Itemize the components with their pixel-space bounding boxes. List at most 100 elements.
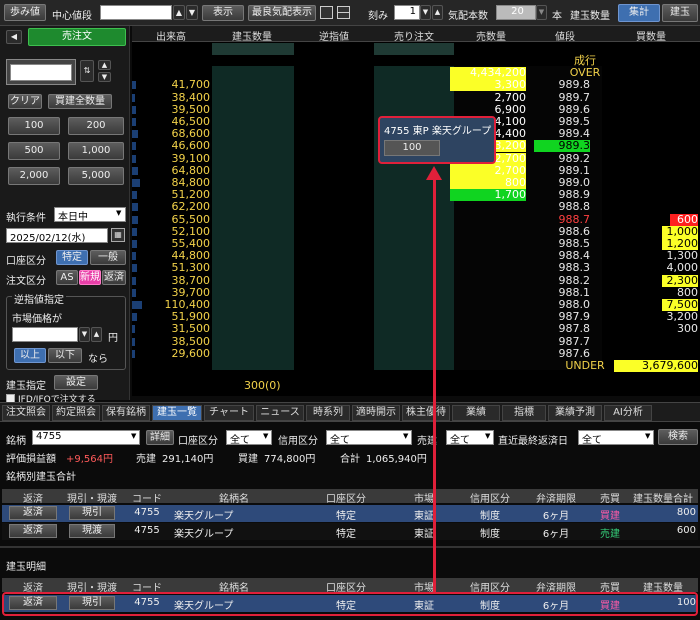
tick-up-icon[interactable]: ▲ (432, 5, 443, 20)
search-button[interactable]: 検索 (658, 429, 698, 445)
center-price-input[interactable] (100, 5, 172, 20)
tab-9[interactable]: 業績 (452, 405, 500, 421)
board-row[interactable]: 38,400 2,700 989.7 (132, 90, 700, 104)
price-cell: OVER (569, 66, 601, 80)
tab-6[interactable]: 時系列 (306, 405, 350, 421)
tab-7[interactable]: 適時開示 (352, 405, 400, 421)
stop-price-up-icon[interactable]: ▲ (91, 327, 102, 342)
above-button[interactable]: 以上 (14, 348, 46, 363)
center-price-down-icon[interactable]: ▼ (186, 5, 198, 20)
delivery-button[interactable]: 現引 (69, 506, 115, 520)
tab-10[interactable]: 指標 (502, 405, 546, 421)
board-row[interactable]: 成行 (132, 55, 700, 67)
board-row[interactable]: 62,200 988.8 (132, 201, 700, 213)
split-view-icon[interactable] (337, 6, 350, 19)
clear-button[interactable]: クリア (8, 94, 42, 109)
tab-2[interactable]: 保有銘柄 (102, 405, 150, 421)
board-row[interactable]: 39,700 988.1 800 (132, 286, 700, 299)
buy-total-label: 買建 (238, 454, 258, 465)
sell-order-button[interactable]: 売注文 (28, 28, 126, 46)
board-row[interactable]: 38,500 987.7 (132, 334, 700, 348)
quote-count-input[interactable]: 20 (496, 5, 536, 20)
qty-100-button[interactable]: 100 (8, 117, 60, 135)
qty-1000-button[interactable]: 1,000 (68, 142, 124, 160)
board-row[interactable]: 64,800 2,700 989.1 (132, 164, 700, 177)
board-row[interactable]: 84,800 800 989.0 (132, 177, 700, 189)
single-view-icon[interactable] (320, 6, 333, 19)
tick-input[interactable]: 1 (394, 5, 420, 20)
position-button[interactable]: 建玉 (662, 4, 698, 22)
show-button[interactable]: 表示 (202, 5, 244, 21)
board-row[interactable]: 52,100 988.6 1,000 (132, 225, 700, 238)
qty-200-button[interactable]: 200 (68, 117, 124, 135)
repay-button[interactable]: 返済 (9, 506, 57, 520)
tab-1[interactable]: 約定照会 (52, 405, 100, 421)
position-popup[interactable]: 4755 東P 楽天グループ 100 (378, 116, 496, 164)
tab-8[interactable]: 株主優待 (402, 405, 450, 421)
tick-dropdown-icon[interactable]: ▼ (420, 5, 431, 20)
volume-cell: 84,800 (171, 176, 211, 189)
board-row[interactable]: 39,500 6,900 989.6 (132, 103, 700, 116)
tab-11[interactable]: 業績予測 (548, 405, 602, 421)
board-row[interactable]: 31,500 987.8 300 (132, 323, 700, 335)
board-row[interactable]: 51,900 987.9 3,200 (132, 311, 700, 323)
account-general-button[interactable]: 一般 (90, 250, 126, 265)
order-new-button[interactable]: 新規 (79, 270, 101, 285)
board-row[interactable]: 29,600 987.6 (132, 347, 700, 360)
tab-5[interactable]: ニュース (256, 405, 304, 421)
ayumine-button[interactable]: 歩み値 (4, 4, 46, 21)
board-row[interactable]: 44,800 988.4 1,300 (132, 250, 700, 262)
qty-updown-icon[interactable]: ⇅ (80, 60, 94, 82)
filter-account-label: 口座区分 (178, 436, 218, 447)
board-row[interactable]: 51,300 988.3 4,000 (132, 262, 700, 274)
delivery-button[interactable]: 現渡 (69, 524, 115, 538)
stop-price-dropdown-icon[interactable]: ▼ (79, 327, 90, 342)
aggregate-row[interactable]: 返済 現引 4755 楽天グループ 特定 東証 制度 6ヶ月 買建 800 (2, 505, 698, 522)
board-row[interactable]: 55,400 988.5 1,200 (132, 238, 700, 250)
tab-0[interactable]: 注文照会 (2, 405, 50, 421)
volume-cell: 46,500 (171, 115, 211, 128)
board-row[interactable]: 38,700 988.2 2,300 (132, 274, 700, 287)
board-row[interactable]: 41,700 3,300 989.8 (132, 79, 700, 92)
aggregate-row[interactable]: 返済 現渡 4755 楽天グループ 特定 東証 制度 6ヶ月 売建 600 (2, 523, 698, 540)
hon-label: 本 (552, 11, 562, 22)
tab-4[interactable]: チャート (204, 405, 254, 421)
detail-button[interactable]: 詳細 (146, 430, 174, 445)
qty-down-icon[interactable]: ▼ (98, 72, 111, 82)
repay-button[interactable]: 返済 (9, 524, 57, 538)
price-cell: 987.7 (558, 334, 591, 348)
aggregate-button[interactable]: 集計 (618, 4, 660, 22)
grid-header-cell: 現引・現渡 (67, 494, 117, 505)
filter-credit-select[interactable]: 全て (326, 430, 412, 445)
popup-qty[interactable]: 100 (384, 140, 440, 156)
qty-500-button[interactable]: 500 (8, 142, 60, 160)
sound-icon[interactable]: ◀ (6, 30, 22, 44)
qty-2000-button[interactable]: 2,000 (8, 167, 60, 185)
board-row[interactable]: 4,434,200 OVER (132, 66, 700, 80)
tab-12[interactable]: AI分析 (604, 405, 652, 421)
stop-price-input[interactable] (12, 327, 78, 342)
qty-5000-button[interactable]: 5,000 (68, 167, 124, 185)
buy-all-qty-button[interactable]: 買建全数量 (48, 94, 112, 109)
qty-input[interactable] (10, 64, 72, 81)
date-field[interactable]: 2025/02/12(水) (6, 228, 108, 243)
price-cell: 989.7 (558, 90, 591, 104)
settings-button[interactable]: 設定 (54, 375, 98, 390)
board-row[interactable]: 65,500 988.7 600 (132, 213, 700, 226)
below-button[interactable]: 以下 (48, 348, 82, 363)
account-specific-button[interactable]: 特定 (56, 250, 88, 265)
board-row[interactable]: 110,400 988.0 7,500 (132, 299, 700, 311)
calendar-icon[interactable]: ▦ (111, 228, 125, 242)
order-as-button[interactable]: AS (56, 270, 78, 285)
best-quote-button[interactable]: 最良気配表示 (248, 5, 316, 21)
board-row[interactable]: 51,200 1,700 988.9 (132, 189, 700, 202)
tab-3[interactable]: 建玉一覧 (152, 405, 202, 421)
symbol-input[interactable]: 4755 (32, 430, 140, 445)
order-repay-button[interactable]: 返済 (102, 270, 126, 285)
board-row[interactable]: UNDER 3,679,600 (132, 360, 700, 372)
center-price-up-icon[interactable]: ▲ (173, 5, 185, 20)
filter-due-select[interactable]: 全て (578, 430, 654, 445)
sell-total-value: 291,140円 (162, 454, 214, 465)
qty-up-icon[interactable]: ▲ (98, 60, 111, 70)
quote-count-dropdown-icon[interactable]: ▼ (536, 5, 547, 20)
